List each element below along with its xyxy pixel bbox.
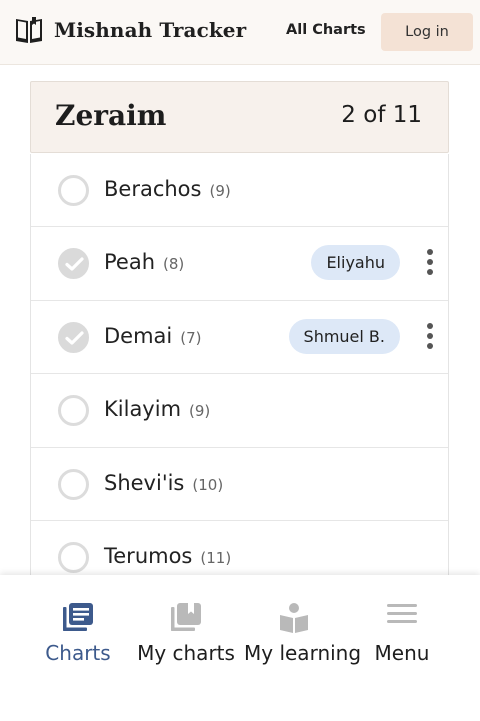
chapter-count: (7) xyxy=(180,328,202,347)
checked-circle-icon[interactable] xyxy=(58,321,89,353)
nav-all-charts-link[interactable]: All Charts xyxy=(286,22,366,38)
tab-my-learning[interactable]: My learning xyxy=(244,575,362,685)
unchecked-circle-icon[interactable] xyxy=(58,395,89,427)
chapter-count: (8) xyxy=(163,255,185,274)
tractate-title: Terumos xyxy=(104,543,193,568)
chapter-count: (11) xyxy=(200,548,232,567)
tractate-name: Demai (7) xyxy=(104,324,202,348)
tractate-name: Kilayim (9) xyxy=(104,397,210,421)
tab-my-charts-label: My charts xyxy=(137,641,235,665)
list-item[interactable]: Demai (7) Shmuel B. xyxy=(31,300,448,375)
tab-my-charts[interactable]: My charts xyxy=(134,575,238,685)
top-header: Mishnah Tracker All Charts Log in xyxy=(0,0,480,65)
bottom-tab-bar: Charts My charts My learning Menu xyxy=(0,575,480,721)
tractate-title: Peah xyxy=(104,250,156,275)
tractate-title: Demai xyxy=(104,323,173,348)
tractate-title: Shevi'is xyxy=(104,470,185,495)
menu-icon xyxy=(387,604,417,623)
assignee-badge[interactable]: Shmuel B. xyxy=(288,318,400,354)
section-header[interactable]: Zeraim 2 of 11 xyxy=(30,81,449,153)
tractate-name: Terumos (11) xyxy=(104,544,231,568)
chapter-count: (10) xyxy=(192,475,224,494)
tab-my-learning-label: My learning xyxy=(244,641,362,665)
list-item[interactable]: Peah (8) Eliyahu xyxy=(31,227,448,301)
list-item[interactable]: Kilayim (9) xyxy=(31,374,448,448)
unchecked-circle-icon[interactable] xyxy=(58,175,89,206)
brand[interactable]: Mishnah Tracker xyxy=(14,15,246,45)
charts-icon xyxy=(63,603,93,631)
tractate-title: Berachos xyxy=(104,177,202,201)
tractate-name: Shevi'is (10) xyxy=(104,471,223,495)
list-item[interactable]: Berachos (9) xyxy=(31,154,448,228)
app-name: Mishnah Tracker xyxy=(54,18,247,42)
tab-charts[interactable]: Charts xyxy=(28,575,128,685)
chapter-count: (9) xyxy=(209,182,231,200)
unchecked-circle-icon[interactable] xyxy=(58,541,89,573)
assignee-badge[interactable]: Eliyahu xyxy=(311,245,400,281)
tractate-list: Berachos (9) Peah (8) Eliyahu Demai (7) Shm… xyxy=(30,154,449,595)
open-book-icon xyxy=(16,17,42,43)
section-card: Zeraim 2 of 11 Berachos (9) Peah (8) Eliya… xyxy=(30,81,449,595)
tab-menu-label: Menu xyxy=(374,641,430,665)
more-options-icon[interactable] xyxy=(424,322,436,351)
tractate-title: Kilayim xyxy=(104,397,182,422)
section-progress: 2 of 11 xyxy=(341,102,422,128)
login-button[interactable]: Log in xyxy=(381,13,473,51)
checked-circle-icon[interactable] xyxy=(58,248,89,280)
my-learning-icon xyxy=(280,603,308,633)
tab-charts-label: Charts xyxy=(45,641,111,665)
chapter-count: (9) xyxy=(189,402,211,421)
section-title: Zeraim xyxy=(55,99,167,132)
list-item[interactable]: Shevi'is (10) xyxy=(31,447,448,521)
tractate-name: Peah (8) xyxy=(104,250,184,274)
unchecked-circle-icon[interactable] xyxy=(58,468,89,500)
more-options-icon[interactable] xyxy=(424,249,436,277)
tab-menu[interactable]: Menu xyxy=(362,575,442,685)
my-charts-icon xyxy=(171,603,201,631)
tractate-name: Berachos (9) xyxy=(104,177,231,201)
